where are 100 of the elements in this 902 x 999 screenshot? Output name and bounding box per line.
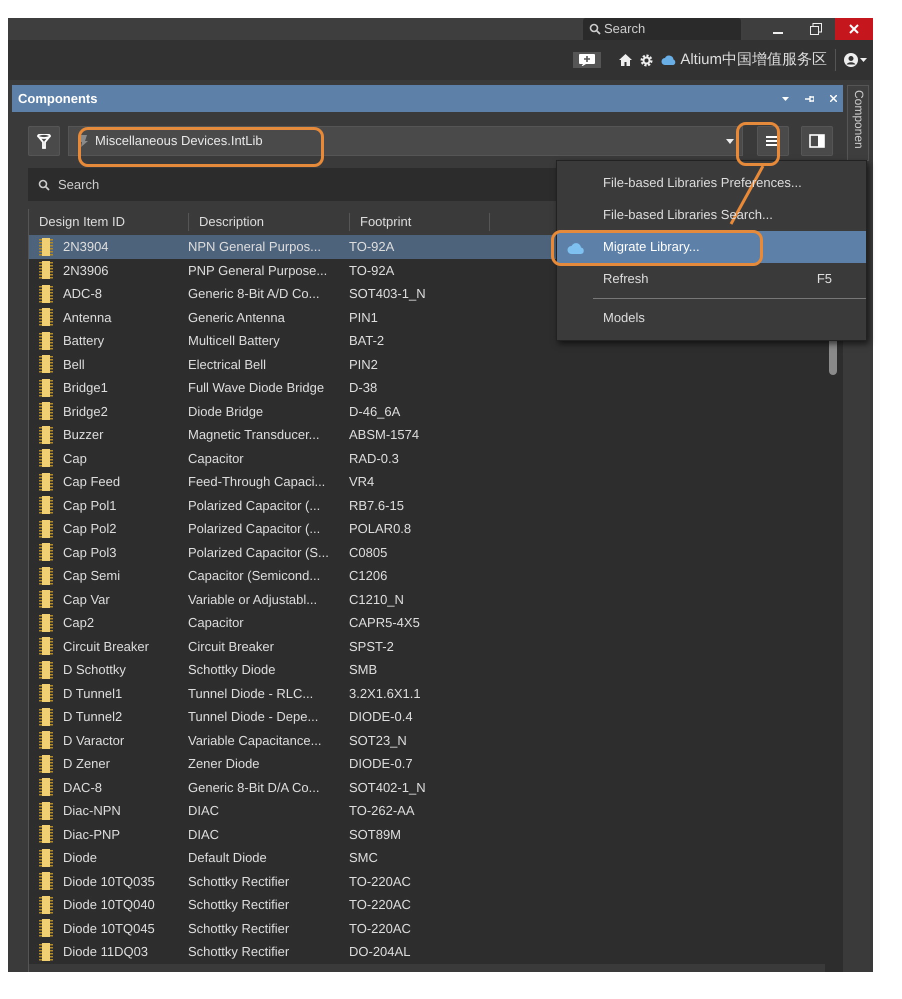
table-row[interactable]: Diode 10TQ040 Schottky Rectifier TO-220AC	[29, 893, 825, 916]
library-dropdown[interactable]: Miscellaneous Devices.IntLib	[68, 126, 743, 156]
column-header[interactable]: Design Item ID	[29, 213, 189, 231]
table-cell-text: BAT-2	[349, 332, 386, 350]
table-cell-text: SOT23_N	[349, 732, 408, 750]
table-row[interactable]: Cap Pol2 Polarized Capacitor (... POLAR0.8	[29, 517, 825, 540]
table-cell-text: VR4	[349, 473, 376, 491]
table-cell-text: TO-92A	[349, 262, 396, 280]
table-cell-text: Antenna	[62, 308, 112, 326]
table-cell-text: PIN1	[349, 308, 379, 326]
table-cell-text: DO-204AL	[349, 943, 412, 961]
table-cell-text: Diode Bridge	[188, 402, 264, 421]
table-cell-text: RB7.6-15	[349, 496, 405, 514]
table-cell-text: Capacitor	[188, 614, 245, 632]
table-row[interactable]: DAC-8 Generic 8-Bit D/A Co... SOT402-1_N	[29, 776, 825, 799]
table-cell-text: ABSM-1574	[349, 426, 420, 444]
table-cell-text: 3.2X1.6X1.1	[349, 684, 422, 702]
table-row[interactable]: Cap Feed Feed-Through Capaci... VR4	[29, 470, 825, 494]
search-placeholder: Search	[58, 176, 100, 194]
table-cell-text: Schottky Rectifier	[188, 896, 290, 914]
panel-title: Components	[18, 90, 98, 108]
table-cell-text: SMB	[349, 661, 378, 679]
column-header[interactable]: Description	[189, 213, 350, 231]
table-cell-text: Default Diode	[188, 849, 268, 867]
table-row[interactable]: Cap Var Variable or Adjustabl... C1210_N	[29, 588, 825, 611]
table-cell-text: Multicell Battery	[188, 332, 281, 350]
table-cell-text: Polarized Capacitor (S...	[188, 544, 330, 562]
table-cell-text: CAPR5-4X5	[349, 614, 421, 632]
search-field[interactable]: Search	[583, 18, 741, 40]
table-cell-text: TO-220AC	[349, 920, 412, 938]
table-cell-text: Bridge2	[62, 402, 109, 421]
table-row[interactable]: Bridge2 Diode Bridge D-46_6A	[29, 400, 825, 423]
table-cell-text: Cap Semi	[62, 567, 122, 585]
table-row[interactable]: Diode 10TQ045 Schottky Rectifier TO-220AC	[29, 916, 825, 940]
menu-item[interactable]: Migrate Library...	[557, 231, 866, 263]
table-cell-text: Zener Diode	[188, 755, 261, 773]
table-row[interactable]: Cap Semi Capacitor (Semicond... C1206	[29, 564, 825, 588]
search-placeholder: Search	[604, 20, 646, 38]
table-cell-text: D-38	[349, 379, 378, 397]
table-cell-text: Circuit Breaker	[188, 638, 275, 656]
table-row[interactable]: Diac-NPN DIAC TO-262-AA	[29, 799, 825, 822]
table-cell-text: Cap Feed	[62, 473, 122, 491]
table-cell-text: TO-220AC	[349, 896, 412, 914]
table-cell-text: Circuit Breaker	[62, 638, 150, 656]
table-cell-text: Generic 8-Bit A/D Co...	[188, 285, 320, 303]
table-row[interactable]: Diac-PNP DIAC SOT89M	[29, 822, 825, 846]
table-cell-text: Bell	[62, 356, 86, 374]
table-cell-text: Schottky Diode	[188, 661, 276, 679]
table-cell-text: SOT89M	[349, 826, 402, 844]
table-row[interactable]: Cap Pol3 Polarized Capacitor (S... C0805	[29, 540, 825, 564]
table-cell-text: Buzzer	[62, 426, 104, 444]
table-row[interactable]: Bell Electrical Bell PIN2	[29, 352, 825, 376]
table-row[interactable]: Cap Capacitor RAD-0.3	[29, 446, 825, 470]
table-row[interactable]: D Tunnel2 Tunnel Diode - Depe... DIODE-0.4	[29, 705, 825, 728]
table-row[interactable]: D Zener Zener Diode DIODE-0.7	[29, 752, 825, 776]
table-cell-text: POLAR0.8	[349, 520, 412, 538]
table-cell-text: Schottky Rectifier	[188, 943, 290, 961]
table-cell-text: Capacitor	[188, 450, 245, 468]
table-cell-text: C0805	[349, 544, 388, 562]
table-row[interactable]: Diode 10TQ035 Schottky Rectifier TO-220AC	[29, 870, 825, 893]
table-row[interactable]: Diode 11DQ03 Schottky Rectifier DO-204AL	[29, 940, 825, 964]
table-row[interactable]: Buzzer Magnetic Transducer... ABSM-1574	[29, 423, 825, 446]
table-cell-text: Generic 8-Bit D/A Co...	[188, 778, 320, 796]
table-row[interactable]: Cap2 Capacitor CAPR5-4X5	[29, 611, 825, 634]
table-cell-text: NPN General Purpos...	[188, 238, 322, 256]
table-cell-text: 2N3906	[62, 262, 110, 280]
table-cell-text: Variable Capacitance...	[188, 732, 322, 750]
table-cell-text: Variable or Adjustabl...	[188, 590, 318, 609]
column-header[interactable]: Footprint	[350, 213, 490, 231]
table-cell-text: Diac-PNP	[62, 826, 122, 844]
table-cell-text: Bridge1	[62, 379, 109, 397]
table-cell-text: Diode	[62, 849, 98, 867]
table-row[interactable]: Diode Default Diode SMC	[29, 846, 825, 870]
table-cell-text: C1210_N	[349, 590, 405, 609]
table-cell-text: DIODE-0.7	[349, 755, 414, 773]
table-cell-text: Full Wave Diode Bridge	[188, 379, 326, 397]
table-cell-text: Tunnel Diode - Depe...	[188, 708, 320, 726]
table-cell-text: Tunnel Diode - RLC...	[188, 684, 314, 702]
table-row[interactable]: Circuit Breaker Circuit Breaker SPST-2	[29, 634, 825, 658]
table-row[interactable]: D Schottky Schottky Diode SMB	[29, 658, 825, 682]
table-cell-text: Diode 10TQ040	[62, 896, 156, 914]
table-cell-text: Cap Pol3	[62, 544, 118, 562]
table-cell-text: C1206	[349, 567, 388, 585]
table-cell-text: Battery	[62, 332, 106, 350]
table-cell-text: PNP General Purpose...	[188, 262, 328, 280]
workspace-button[interactable]: Altium中国增值服务区	[661, 48, 836, 72]
table-cell-text: D Varactor	[62, 732, 126, 750]
table-cell-text: Diode 10TQ035	[62, 872, 156, 890]
table-cell-text: DIAC	[188, 802, 220, 820]
table-row[interactable]: Cap Pol1 Polarized Capacitor (... RB7.6-15	[29, 494, 825, 517]
table-cell-text: PIN2	[349, 356, 379, 374]
table-cell-text: ADC-8	[62, 285, 104, 303]
table-cell-text: Cap Var	[62, 590, 111, 609]
table-row[interactable]: D Tunnel1 Tunnel Diode - RLC... 3.2X1.6X1.1	[29, 682, 825, 705]
table-row[interactable]: D Varactor Variable Capacitance... SOT23_N	[29, 728, 825, 752]
table-cell-text: Diac-NPN	[62, 802, 122, 820]
table-row[interactable]: Bridge1 Full Wave Diode Bridge D-38	[29, 376, 825, 400]
side-tab[interactable]: Componen	[847, 85, 869, 161]
table-cell-text: 2N3904	[62, 238, 110, 256]
table-cell-text: Cap Pol1	[62, 496, 118, 515]
